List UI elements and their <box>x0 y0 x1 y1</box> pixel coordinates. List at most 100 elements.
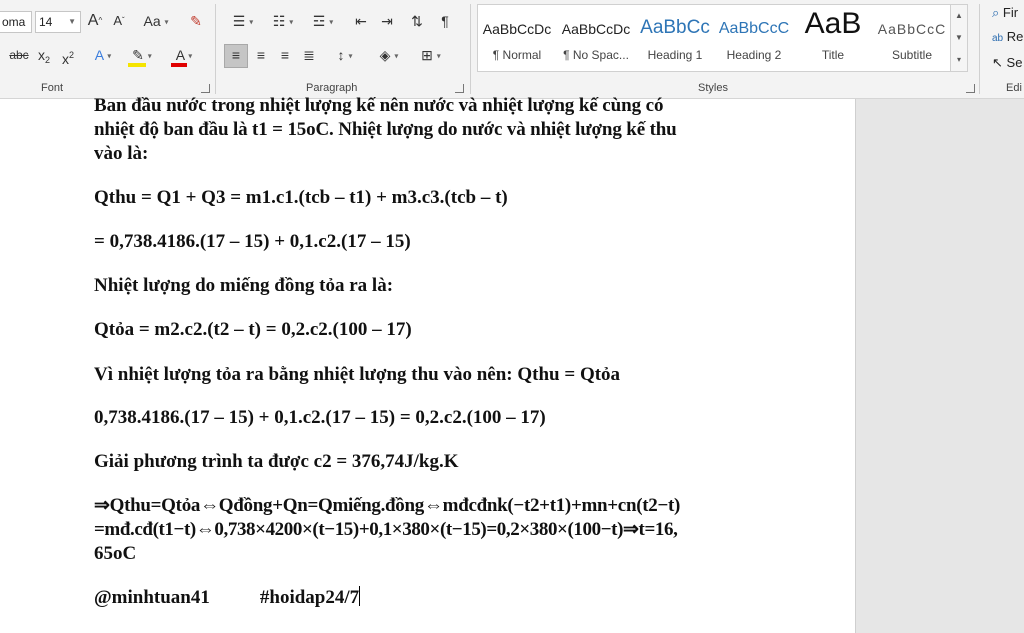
find-button[interactable]: ⌕ Fir <box>992 5 1018 21</box>
style-no-spacing[interactable]: AaBbCcDc ¶ No Spac... <box>557 5 635 71</box>
shrink-font-button[interactable]: Aˇ <box>110 11 128 33</box>
select-button[interactable]: ↖ Se <box>992 55 1022 71</box>
font-name-value: oma <box>2 15 26 29</box>
document-page[interactable]: Ban đầu nước trong nhiệt lượng kế nên nư… <box>0 95 856 633</box>
style-sample: AaBbCc <box>640 17 710 38</box>
borders-button[interactable]: ⊞ ▾ <box>414 45 448 67</box>
paragraph-line: nhiệt độ ban đầu là t1 = 15oC. Nhiệt lượ… <box>94 119 677 140</box>
strikethrough-button[interactable]: abc <box>6 45 32 67</box>
highlight-color-button[interactable]: ✎ ▾ <box>126 45 158 67</box>
text-cursor <box>359 586 361 606</box>
paragraph-line: Nhiệt lượng do miếng đồng tỏa ra là: <box>94 275 394 296</box>
paragraph-line: Vì nhiệt lượng tỏa ra bằng nhiệt lượng t… <box>94 364 621 385</box>
change-case-button[interactable]: Aa ▾ <box>140 11 172 33</box>
increase-indent-button[interactable]: ⇥ <box>376 11 398 33</box>
style-sample: AaBbCcDc <box>561 21 631 37</box>
style-heading-1[interactable]: AaBbCc Heading 1 <box>636 5 714 71</box>
font-size-value: 14 <box>39 15 53 29</box>
search-icon: ⌕ <box>992 5 1000 20</box>
align-right-button[interactable]: ≡ <box>274 45 296 67</box>
decrease-indent-button[interactable]: ⇤ <box>350 11 372 33</box>
text-effects-button[interactable]: A ▾ <box>89 45 117 67</box>
style-heading-2[interactable]: AaBbCcC Heading 2 <box>715 5 793 71</box>
paragraph-dialog-launcher-icon[interactable] <box>455 84 464 93</box>
font-color-button[interactable]: A ▾ <box>168 45 200 67</box>
numbering-button[interactable]: ☷ ▾ <box>266 11 300 33</box>
superscript-button[interactable]: x2 <box>59 45 77 67</box>
subscript-button[interactable]: x2 <box>35 45 53 67</box>
select-label: Se <box>1006 55 1023 70</box>
paragraph-line: ⇒Qthu=Qtỏa⇔Qđồng+Qn=Qmiếng.đồng⇔mđcđnk(−… <box>94 495 681 516</box>
style-sample: AaBbCcDc <box>482 21 552 37</box>
font-dialog-launcher-icon[interactable] <box>201 84 210 93</box>
numbered-list-icon: ☷ <box>272 13 286 29</box>
gallery-up-icon[interactable]: ▲ <box>951 5 967 27</box>
pilcrow-icon: ¶ <box>441 13 449 29</box>
font-color-bar <box>171 63 187 67</box>
clear-formatting-icon[interactable]: ✎ <box>186 11 206 33</box>
font-size-box[interactable]: 14 ▼ <box>35 11 81 33</box>
replace-icon: ab <box>992 33 1004 44</box>
styles-group-label: Styles <box>698 82 728 94</box>
justify-button[interactable]: ≣ <box>298 45 320 67</box>
sort-button[interactable]: ⇅ <box>406 11 428 33</box>
align-left-button[interactable]: ≡ <box>224 44 248 68</box>
style-label: ¶ No Spac... <box>563 48 629 62</box>
paragraph-line: Qthu = Q1 + Q3 = m1.c1.(tcb – t1) + m3.c… <box>94 187 508 208</box>
signature-tag: #hoidap24/7 <box>259 587 360 608</box>
editing-group-label: Edi <box>1006 82 1022 94</box>
align-right-icon: ≡ <box>280 47 290 63</box>
font-group-label: Font <box>41 82 64 94</box>
align-center-button[interactable]: ≡ <box>250 45 272 67</box>
indent-icon: ⇥ <box>381 13 393 29</box>
replace-button[interactable]: ab Re <box>992 29 1023 44</box>
styles-gallery: AaBbCcDc ¶ Normal AaBbCcDc ¶ No Spac... … <box>477 4 968 72</box>
sort-az-icon: ⇅ <box>411 13 423 29</box>
style-normal[interactable]: AaBbCcDc ¶ Normal <box>478 5 556 71</box>
highlighter-icon: ✎ <box>132 47 144 63</box>
paragraph-line: = 0,738.4186.(17 – 15) + 0,1.c2.(17 – 15… <box>94 231 411 252</box>
style-label: Heading 1 <box>647 48 703 62</box>
show-formatting-button[interactable]: ¶ <box>434 11 456 33</box>
paragraph-line: vào là: <box>94 143 149 164</box>
paragraph-line: =mđ.cđ(t1−t)⇔0,738×4200×(t−15)+0,1×380×(… <box>94 519 678 540</box>
font-name-box[interactable]: oma <box>0 11 32 33</box>
line-spacing-button[interactable]: ↕ ▾ <box>328 45 362 67</box>
highlight-color-bar <box>128 63 146 67</box>
group-divider <box>470 4 471 94</box>
style-title[interactable]: AaB Title <box>794 5 872 71</box>
borders-icon: ⊞ <box>421 47 433 63</box>
chevron-down-icon: ▼ <box>68 17 76 26</box>
paragraph-line: Qtỏa = m2.c2.(t2 – t) = 0,2.c2.(100 – 17… <box>94 319 412 340</box>
line-spacing-icon: ↕ <box>337 47 345 63</box>
align-center-icon: ≡ <box>256 47 266 63</box>
shading-button[interactable]: ◈ ▾ <box>372 45 406 67</box>
multilevel-list-button[interactable]: ☲ ▾ <box>306 11 340 33</box>
paragraph-line: 65oC <box>94 543 137 564</box>
style-sample: AaBbCcC <box>718 20 790 37</box>
style-label: Title <box>821 48 845 62</box>
styles-gallery-scroll: ▲ ▼ ▾ <box>950 5 967 71</box>
paragraph-group-label: Paragraph <box>306 82 358 94</box>
style-sample: AaB <box>804 7 862 40</box>
paragraph-line: Ban đầu nước trong nhiệt lượng kế nên nư… <box>94 95 664 116</box>
group-divider <box>979 4 980 94</box>
grow-font-button[interactable]: A^ <box>86 11 104 33</box>
gallery-down-icon[interactable]: ▼ <box>951 27 967 49</box>
cursor-arrow-icon: ↖ <box>992 55 1003 70</box>
justify-icon: ≣ <box>303 47 315 63</box>
style-label: Heading 2 <box>726 48 782 62</box>
bullet-list-icon: ☰ <box>232 13 246 29</box>
style-subtitle[interactable]: AaBbCcC Subtitle <box>873 5 951 71</box>
multilevel-list-icon: ☲ <box>312 13 326 29</box>
gallery-more-icon[interactable]: ▾ <box>951 49 967 71</box>
paragraph-line: 0,738.4186.(17 – 15) + 0,1.c2.(17 – 15) … <box>94 407 546 428</box>
outdent-icon: ⇤ <box>355 13 367 29</box>
styles-dialog-launcher-icon[interactable] <box>966 84 975 93</box>
ribbon: oma 14 ▼ A^ Aˇ Aa ▾ ✎ abc x2 x2 A ▾ ✎ ▾ A… <box>0 0 1024 99</box>
signature-line: @minhtuan41 #hoidap24/7 <box>94 586 361 610</box>
replace-label: Re <box>1006 29 1024 44</box>
style-sample: AaBbCcC <box>877 21 947 37</box>
bullets-button[interactable]: ☰ ▾ <box>226 11 260 33</box>
find-label: Fir <box>1002 5 1019 20</box>
